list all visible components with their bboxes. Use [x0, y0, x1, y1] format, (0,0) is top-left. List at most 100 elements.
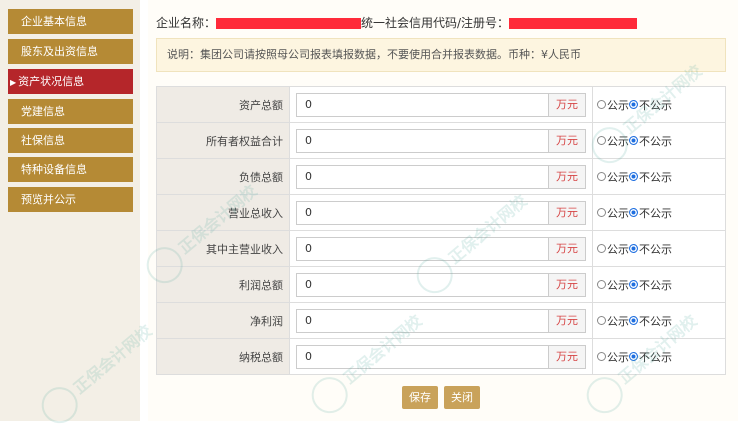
sidebar-item-preview-publish[interactable]: 预览并公示	[8, 187, 133, 212]
public-label: 公示	[607, 278, 629, 292]
private-label: 不公示	[639, 206, 672, 220]
public-radio[interactable]	[597, 100, 606, 109]
sidebar-nav: 企业基本信息 股东及出资信息 ▶ 资产状况信息 党建信息 社保信息 特种设备信息 …	[0, 0, 140, 421]
private-radio[interactable]	[629, 352, 638, 361]
unit-label: 万元	[548, 272, 586, 297]
action-buttons: 保存 关闭	[402, 386, 486, 409]
publish-option-cell: 公示 不公示	[592, 266, 726, 303]
field-input-cell: 万元	[289, 266, 593, 303]
public-label: 公示	[607, 170, 629, 184]
amount-field: 万元	[296, 308, 586, 333]
amount-field: 万元	[296, 128, 586, 153]
close-button[interactable]: 关闭	[444, 386, 480, 409]
amount-input[interactable]	[296, 236, 548, 261]
public-radio[interactable]	[597, 244, 606, 253]
amount-input[interactable]	[296, 200, 548, 225]
unit-label: 万元	[548, 128, 586, 153]
sidebar-item-party[interactable]: 党建信息	[8, 99, 133, 124]
field-label: 净利润	[156, 302, 290, 339]
public-radio[interactable]	[597, 316, 606, 325]
public-radio[interactable]	[597, 136, 606, 145]
public-label: 公示	[607, 242, 629, 256]
private-label: 不公示	[639, 242, 672, 256]
publish-option-cell: 公示 不公示	[592, 122, 726, 159]
public-radio[interactable]	[597, 352, 606, 361]
field-input-cell: 万元	[289, 122, 593, 159]
field-label: 资产总额	[156, 86, 290, 123]
public-radio[interactable]	[597, 208, 606, 217]
amount-input[interactable]	[296, 308, 548, 333]
field-input-cell: 万元	[289, 194, 593, 231]
sidebar-item-label: 预览并公示	[21, 193, 76, 206]
public-label: 公示	[607, 350, 629, 364]
sidebar-item-label: 企业基本信息	[21, 15, 87, 28]
sidebar-item-label: 资产状况信息	[18, 75, 85, 88]
unit-label: 万元	[548, 92, 586, 117]
private-radio[interactable]	[629, 208, 638, 217]
field-label: 营业总收入	[156, 194, 290, 231]
private-label: 不公示	[639, 350, 672, 364]
amount-field: 万元	[296, 164, 586, 189]
public-label: 公示	[607, 206, 629, 220]
credit-code-label: 统一社会信用代码/注册号：	[361, 16, 510, 30]
field-label: 所有者权益合计	[156, 122, 290, 159]
amount-field: 万元	[296, 344, 586, 369]
amount-input[interactable]	[296, 128, 548, 153]
private-label: 不公示	[639, 278, 672, 292]
sidebar-item-basic-info[interactable]: 企业基本信息	[8, 9, 133, 34]
unit-label: 万元	[548, 308, 586, 333]
sidebar-item-assets[interactable]: ▶ 资产状况信息	[8, 69, 133, 94]
field-input-cell: 万元	[289, 338, 593, 375]
asset-form-table: 资产总额万元公示不公示所有者权益合计万元公示不公示负债总额万元公示不公示营业总收…	[156, 86, 726, 375]
company-name-redacted	[216, 18, 362, 29]
form-row: 纳税总额万元公示不公示	[156, 338, 726, 375]
field-input-cell: 万元	[289, 230, 593, 267]
amount-input[interactable]	[296, 92, 548, 117]
amount-field: 万元	[296, 92, 586, 117]
amount-input[interactable]	[296, 344, 548, 369]
field-label: 纳税总额	[156, 338, 290, 375]
save-button[interactable]: 保存	[402, 386, 438, 409]
active-marker-icon: ▶	[10, 78, 17, 87]
sidebar-item-social-security[interactable]: 社保信息	[8, 128, 133, 153]
amount-input[interactable]	[296, 272, 548, 297]
form-row: 净利润万元公示不公示	[156, 302, 726, 339]
field-input-cell: 万元	[289, 302, 593, 339]
publish-option-cell: 公示 不公示	[592, 302, 726, 339]
sidebar-item-label: 股东及出资信息	[21, 45, 98, 58]
public-radio[interactable]	[597, 172, 606, 181]
field-input-cell: 万元	[289, 86, 593, 123]
amount-field: 万元	[296, 272, 586, 297]
private-radio[interactable]	[629, 244, 638, 253]
publish-option-cell: 公示 不公示	[592, 338, 726, 375]
unit-label: 万元	[548, 236, 586, 261]
private-radio[interactable]	[629, 100, 638, 109]
public-radio[interactable]	[597, 280, 606, 289]
public-label: 公示	[607, 314, 629, 328]
private-radio[interactable]	[629, 316, 638, 325]
form-row: 其中主营业收入万元公示不公示	[156, 230, 726, 267]
unit-label: 万元	[548, 344, 586, 369]
publish-option-cell: 公示 不公示	[592, 230, 726, 267]
unit-label: 万元	[548, 200, 586, 225]
sidebar-item-label: 党建信息	[21, 105, 65, 118]
sidebar-item-shareholders[interactable]: 股东及出资信息	[8, 39, 133, 64]
sidebar-item-special-equipment[interactable]: 特种设备信息	[8, 157, 133, 182]
field-input-cell: 万元	[289, 158, 593, 195]
private-radio[interactable]	[629, 172, 638, 181]
form-row: 负债总额万元公示不公示	[156, 158, 726, 195]
amount-input[interactable]	[296, 164, 548, 189]
public-label: 公示	[607, 98, 629, 112]
private-label: 不公示	[639, 314, 672, 328]
publish-option-cell: 公示 不公示	[592, 194, 726, 231]
amount-field: 万元	[296, 236, 586, 261]
company-header: 企业名称： 统一社会信用代码/注册号：	[156, 14, 638, 31]
field-label: 利润总额	[156, 266, 290, 303]
field-label: 其中主营业收入	[156, 230, 290, 267]
form-row: 所有者权益合计 万元公示不公示	[156, 122, 726, 159]
private-radio[interactable]	[629, 280, 638, 289]
private-radio[interactable]	[629, 136, 638, 145]
form-row: 利润总额万元公示不公示	[156, 266, 726, 303]
credit-code-redacted	[509, 18, 638, 29]
amount-field: 万元	[296, 200, 586, 225]
